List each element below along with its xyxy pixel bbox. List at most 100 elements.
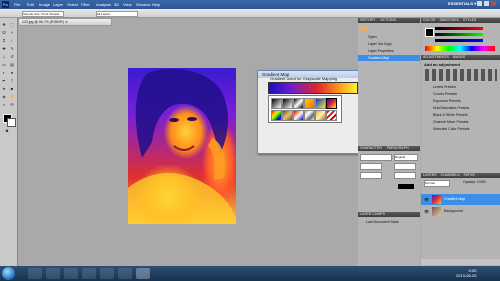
gradient-swatch[interactable] xyxy=(293,110,304,121)
history-item[interactable]: Open xyxy=(358,34,420,40)
hue-saturation-presets-row[interactable]: Hue/Saturation Presets xyxy=(421,105,500,111)
taskbar-app-explorer-icon[interactable] xyxy=(46,268,60,279)
text-color-swatch[interactable] xyxy=(398,184,414,189)
font-style-select[interactable]: Regular xyxy=(394,154,418,161)
gradient-swatch[interactable] xyxy=(282,98,293,109)
visibility-eye-icon[interactable]: 👁 xyxy=(424,197,429,202)
green-slider[interactable] xyxy=(435,33,483,36)
taskbar-app-icon[interactable] xyxy=(100,268,114,279)
levels-presets-row[interactable]: Levels Presets xyxy=(421,84,500,90)
3d-tool-icon[interactable]: ◈ xyxy=(1,94,7,100)
opacity-control[interactable]: Opacity: 100% xyxy=(463,180,486,184)
styles-tab[interactable]: STYLES xyxy=(463,18,476,22)
marquee-tool-icon[interactable]: ⬚ xyxy=(9,22,15,28)
lasso-tool-icon[interactable]: ᘎ xyxy=(1,30,7,36)
magic-wand-tool-icon[interactable]: ✧ xyxy=(9,30,15,36)
gradient-preview-bar[interactable]: Gradient Used for Grayscale Mapping xyxy=(268,76,358,94)
black-white-presets-row[interactable]: Black & White Presets xyxy=(421,112,500,118)
menu-layer[interactable]: Layer xyxy=(53,2,63,7)
taskbar-app-icon[interactable] xyxy=(118,268,132,279)
menu-select[interactable]: Select xyxy=(67,2,78,7)
font-size-field[interactable] xyxy=(360,163,382,170)
sample-size-select[interactable]: Sample Size: Point Sample xyxy=(22,11,64,17)
masks-tab[interactable]: MASKS xyxy=(453,55,465,59)
channel-mixer-presets-row[interactable]: Channel Mixer Presets xyxy=(421,119,500,125)
menu-image[interactable]: Image xyxy=(39,2,50,7)
path-selection-tool-icon[interactable]: ➤ xyxy=(1,86,7,92)
red-slider[interactable] xyxy=(435,27,483,30)
exposure-presets-row[interactable]: Exposure Presets xyxy=(421,98,500,104)
menu-help[interactable]: Help xyxy=(152,2,160,7)
menu-edit[interactable]: Edit xyxy=(27,2,34,7)
gradient-swatch[interactable] xyxy=(271,98,282,109)
layer-comps-tab[interactable]: LAYER COMPS xyxy=(360,212,385,216)
maximize-button[interactable] xyxy=(484,1,489,6)
crop-tool-icon[interactable]: ⌗ xyxy=(1,38,7,44)
start-button[interactable] xyxy=(2,267,15,280)
gradient-swatch[interactable] xyxy=(282,110,293,121)
menu-3d[interactable]: 3D xyxy=(114,2,119,7)
menu-analysis[interactable]: Analysis xyxy=(96,2,111,7)
hand-tool-icon[interactable]: ✋ xyxy=(9,94,15,100)
rotate-view-tool-icon[interactable]: ⟳ xyxy=(9,102,15,108)
gradient-swatch[interactable] xyxy=(271,110,282,121)
tracking-field[interactable] xyxy=(394,172,416,179)
move-tool-icon[interactable]: ✥ xyxy=(1,22,7,28)
layers-tab[interactable]: LAYERS xyxy=(423,173,437,177)
character-tab[interactable]: CHARACTER xyxy=(360,146,382,150)
adjustment-icons-grid[interactable] xyxy=(425,69,497,81)
document-tab[interactable]: 123.jpg @ 66.7% (RGB/8*) ✕ xyxy=(18,18,112,26)
close-button[interactable] xyxy=(491,1,496,6)
history-item[interactable]: Layer Via Copy xyxy=(358,41,420,47)
sample-layers-select[interactable]: All Layers xyxy=(96,11,138,17)
eyedropper-tool-icon[interactable]: ⁄ xyxy=(9,38,15,44)
blue-slider[interactable] xyxy=(435,39,483,42)
gradient-swatch[interactable] xyxy=(315,98,326,109)
minimize-button[interactable] xyxy=(477,1,482,6)
font-family-select[interactable] xyxy=(360,154,392,161)
adjustments-tab[interactable]: ADJUSTMENTS xyxy=(423,55,449,59)
channels-tab[interactable]: CHANNELS xyxy=(441,173,460,177)
color-panel-foreground-swatch[interactable] xyxy=(425,28,434,37)
gradient-swatch[interactable] xyxy=(293,98,304,109)
zoom-tool-icon[interactable]: ⌕ xyxy=(1,102,7,108)
blend-mode-select[interactable]: Normal xyxy=(424,180,450,187)
taskbar-photoshop-button[interactable] xyxy=(136,268,150,279)
taskbar-app-icon[interactable] xyxy=(82,268,96,279)
swatches-tab[interactable]: SWATCHES xyxy=(439,18,458,22)
menu-file[interactable]: File xyxy=(14,2,20,7)
gradient-swatch[interactable] xyxy=(304,98,315,109)
workspace-switcher[interactable]: ESSENTIALS ▾ xyxy=(448,1,476,6)
gradient-tool-icon[interactable]: ▤ xyxy=(9,62,15,68)
dodge-tool-icon[interactable]: ● xyxy=(9,70,15,76)
gradient-swatch[interactable] xyxy=(304,110,315,121)
gradient-swatch[interactable] xyxy=(326,110,337,121)
menu-window[interactable]: Window xyxy=(136,2,150,7)
color-tab[interactable]: COLOR xyxy=(423,18,435,22)
leading-field[interactable] xyxy=(394,163,416,170)
layer-row-selected[interactable]: 👁 Gradient Map xyxy=(421,194,500,205)
curves-presets-row[interactable]: Curves Presets xyxy=(421,91,500,97)
kerning-field[interactable] xyxy=(360,172,382,179)
pen-tool-icon[interactable]: ✒ xyxy=(1,78,7,84)
history-snapshot-thumbnail[interactable] xyxy=(360,25,367,31)
taskbar-app-ie-icon[interactable] xyxy=(28,268,42,279)
shape-tool-icon[interactable]: ■ xyxy=(9,86,15,92)
menu-view[interactable]: View xyxy=(123,2,132,7)
eraser-tool-icon[interactable]: ▭ xyxy=(1,62,7,68)
visibility-eye-icon[interactable]: 👁 xyxy=(424,209,429,214)
last-document-state-row[interactable]: Last Document State xyxy=(358,219,420,225)
system-clock[interactable]: 0:00 2013-06-25 xyxy=(456,268,476,278)
layer-row[interactable]: 👁 Background xyxy=(421,206,500,217)
taskbar-app-media-icon[interactable] xyxy=(64,268,78,279)
brush-tool-icon[interactable]: ✎ xyxy=(9,46,15,52)
healing-tool-icon[interactable]: ✚ xyxy=(1,46,7,52)
paths-tab[interactable]: PATHS xyxy=(464,173,475,177)
paragraph-tab[interactable]: PARAGRAPH xyxy=(387,146,409,150)
history-item-selected[interactable]: Gradient Map xyxy=(358,55,420,61)
gradient-swatch-selected[interactable] xyxy=(326,98,337,109)
color-ramp[interactable] xyxy=(425,46,495,51)
history-brush-tool-icon[interactable]: ↺ xyxy=(9,54,15,60)
type-tool-icon[interactable]: T xyxy=(9,78,15,84)
history-tab[interactable]: HISTORY xyxy=(360,18,375,22)
